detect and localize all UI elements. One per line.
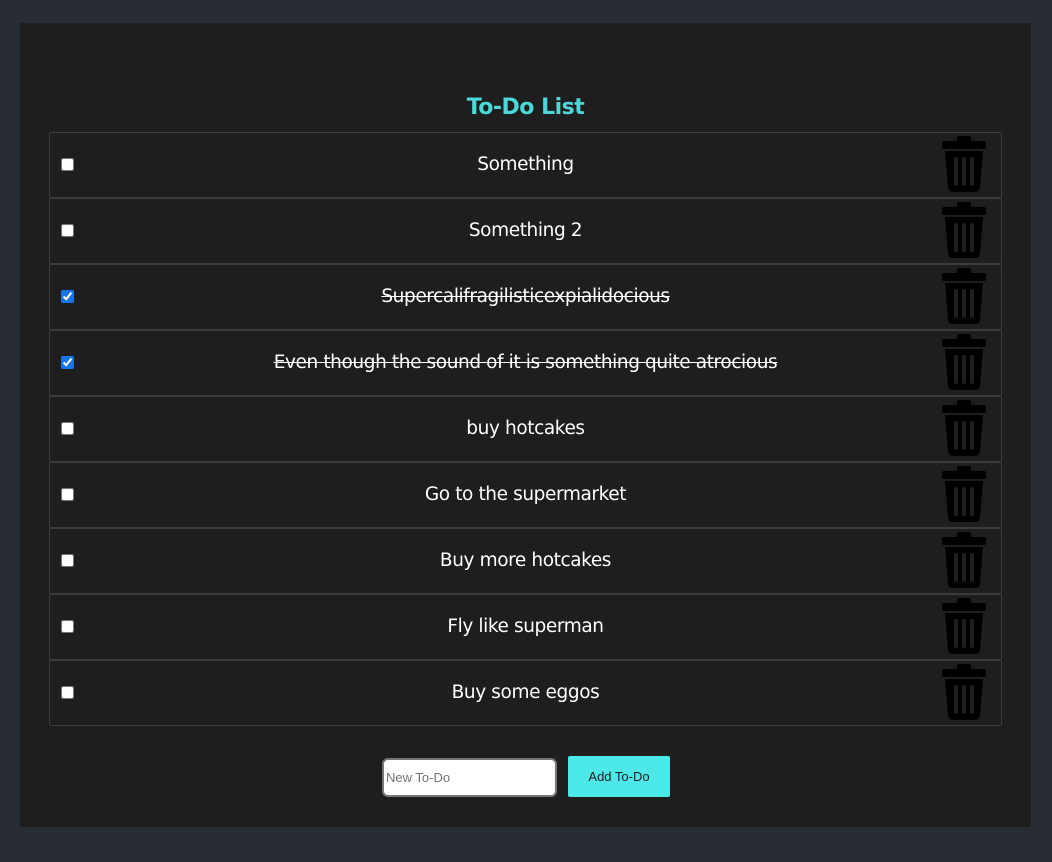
trash-icon[interactable] — [941, 202, 987, 258]
todo-item: buy hotcakes — [49, 396, 1002, 462]
todo-item: Something 2 — [49, 198, 1002, 264]
todo-checkbox[interactable] — [61, 158, 74, 171]
trash-icon[interactable] — [941, 400, 987, 456]
todo-item: Something — [49, 132, 1002, 198]
todo-text: Go to the supermarket — [424, 484, 627, 505]
todo-checkbox[interactable] — [61, 224, 74, 237]
todo-text: Something — [477, 154, 574, 175]
new-todo-form: Add To-Do — [20, 756, 1031, 797]
todo-item: Go to the supermarket — [49, 462, 1002, 528]
trash-icon[interactable] — [941, 532, 987, 588]
new-todo-input[interactable] — [382, 758, 557, 797]
todo-list: Something Something 2 Supercalifragilistic… — [49, 132, 1002, 726]
todo-checkbox[interactable] — [61, 620, 74, 633]
todo-checkbox[interactable] — [61, 554, 74, 567]
add-todo-button[interactable]: Add To-Do — [568, 756, 670, 797]
todo-text: Buy more hotcakes — [439, 550, 612, 571]
trash-icon[interactable] — [941, 466, 987, 522]
todo-checkbox[interactable] — [61, 422, 74, 435]
trash-icon[interactable] — [941, 664, 987, 720]
todo-checkbox[interactable] — [61, 686, 74, 699]
todo-item: Fly like superman — [49, 594, 1002, 660]
todo-item: Supercalifragilisticexpialidocious — [49, 264, 1002, 330]
trash-icon[interactable] — [941, 334, 987, 390]
todo-text: Buy some eggos — [451, 682, 600, 703]
todo-checkbox[interactable] — [61, 488, 74, 501]
trash-icon[interactable] — [941, 136, 987, 192]
todo-item: Buy more hotcakes — [49, 528, 1002, 594]
todo-item: Buy some eggos — [49, 660, 1002, 726]
todo-text: Supercalifragilisticexpialidocious — [381, 286, 670, 307]
trash-icon[interactable] — [941, 598, 987, 654]
todo-text: Something 2 — [468, 220, 583, 241]
todo-checkbox[interactable] — [61, 290, 74, 303]
page-title: To-Do List — [466, 95, 585, 120]
todo-item: Even though the sound of it is something… — [49, 330, 1002, 396]
trash-icon[interactable] — [941, 268, 987, 324]
todo-text: Even though the sound of it is something… — [273, 352, 778, 373]
todo-text: buy hotcakes — [466, 418, 585, 439]
todo-checkbox[interactable] — [61, 356, 74, 369]
todo-app: To-Do List Something Something 2 Supercali… — [20, 23, 1031, 827]
todo-text: Fly like superman — [447, 616, 604, 637]
